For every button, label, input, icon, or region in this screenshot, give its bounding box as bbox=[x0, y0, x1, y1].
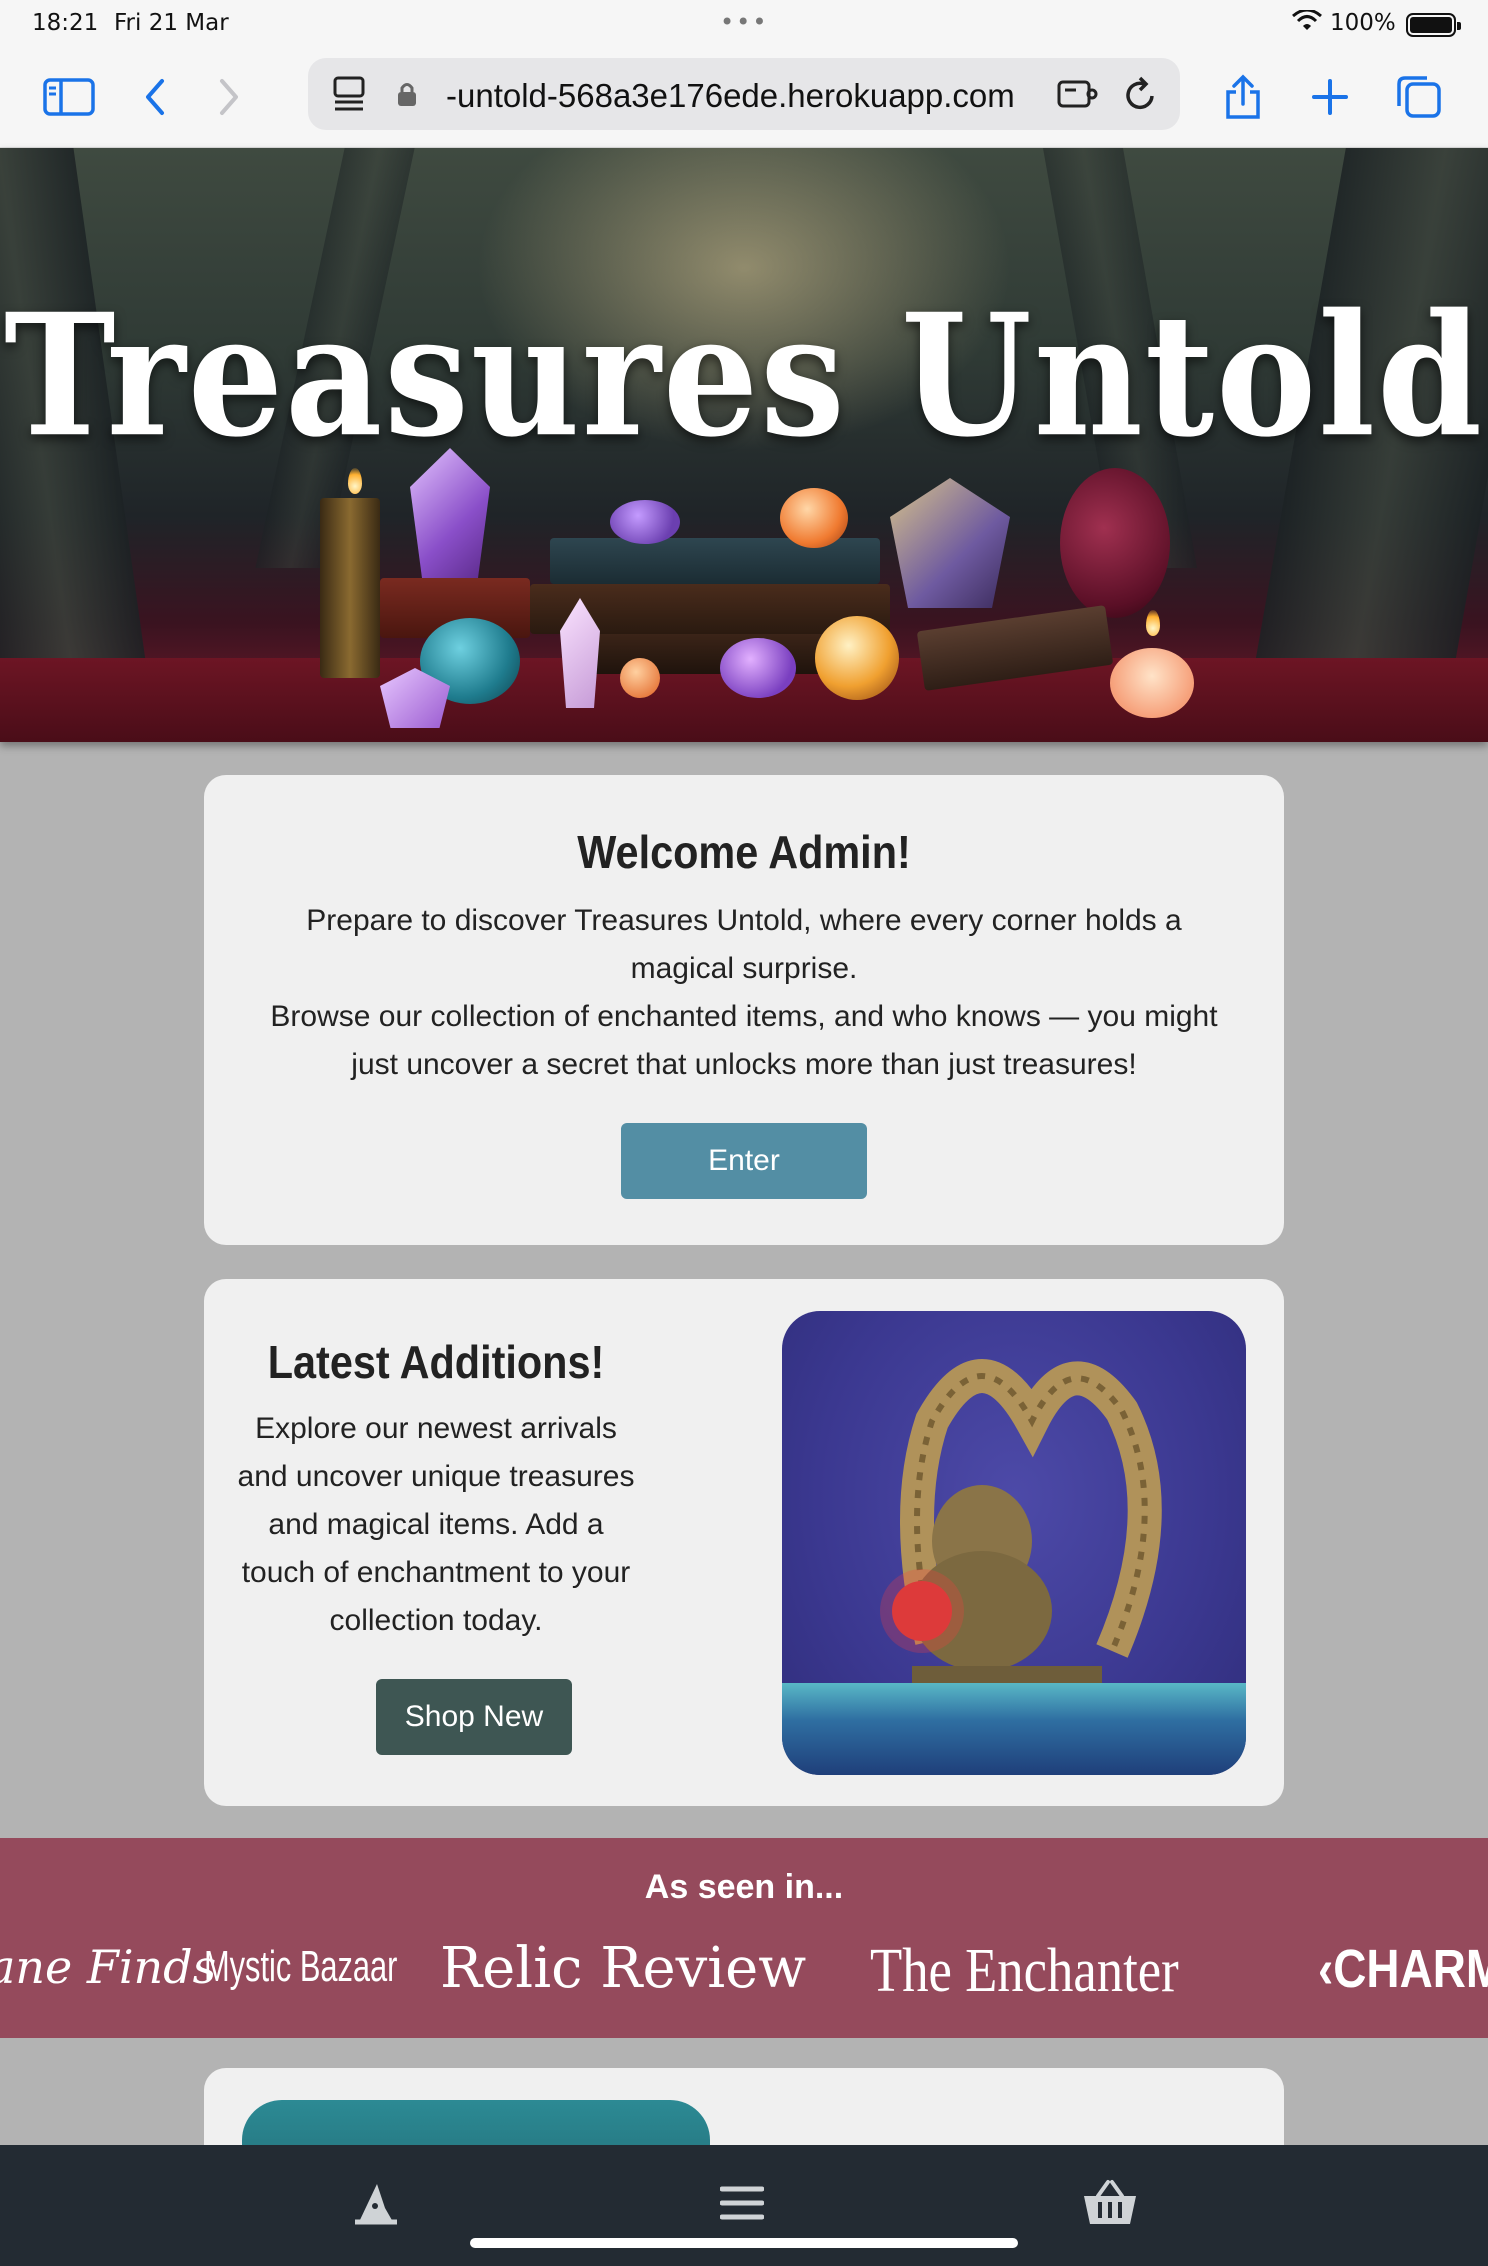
as-seen-in-heading: As seen in... bbox=[644, 1868, 844, 1906]
latest-text: Explore our newest arrivals and uncover … bbox=[237, 1412, 635, 1637]
battery-icon bbox=[1406, 13, 1461, 37]
press-logo-charm-text: CHARM bbox=[1333, 1939, 1488, 1999]
latest-heading: Latest Additions! bbox=[267, 1336, 605, 1388]
enter-button[interactable]: Enter bbox=[621, 1123, 867, 1199]
new-tab-icon[interactable] bbox=[1303, 72, 1357, 122]
browser-toolbar: -untold-568a3e176ede.herokuapp.com bbox=[0, 48, 1488, 148]
welcome-card: Welcome Admin! Prepare to discover Treas… bbox=[204, 775, 1284, 1245]
multitask-dots-icon[interactable]: ••• bbox=[720, 8, 768, 36]
press-logos: ane Finds Mystic Bazaar Relic Review The… bbox=[0, 1930, 1488, 2010]
status-time: 18:21 bbox=[32, 10, 99, 36]
wizard-hat-icon[interactable] bbox=[346, 2173, 406, 2233]
status-date: Fri 21 Mar bbox=[114, 10, 229, 36]
latest-additions-card: Latest Additions! Explore our newest arr… bbox=[204, 1279, 1284, 1806]
sidebar-toggle-icon[interactable] bbox=[42, 72, 96, 122]
press-logo-the-enchanter: The Enchanter bbox=[870, 1937, 1179, 2005]
lock-icon bbox=[398, 83, 416, 106]
shop-new-button[interactable]: Shop New bbox=[376, 1679, 572, 1755]
as-seen-in-banner: As seen in... ane Finds Mystic Bazaar Re… bbox=[0, 1838, 1488, 2038]
basket-icon[interactable] bbox=[1080, 2173, 1140, 2233]
press-logo-mystic-bazaar: Mystic Bazaar bbox=[204, 1942, 398, 1991]
status-bar: 18:21 Fri 21 Mar ••• 100% bbox=[0, 0, 1488, 48]
press-logo-arcane-finds: ane Finds bbox=[0, 1940, 217, 1994]
menu-icon[interactable] bbox=[712, 2173, 772, 2233]
back-icon[interactable] bbox=[128, 72, 182, 122]
wifi-icon bbox=[1292, 10, 1322, 30]
welcome-text: Prepare to discover Treasures Untold, wh… bbox=[264, 897, 1224, 1089]
url-text: -untold-568a3e176ede.herokuapp.com bbox=[446, 77, 1015, 114]
extension-icon[interactable] bbox=[1056, 76, 1098, 112]
home-indicator[interactable] bbox=[470, 2238, 1018, 2248]
tabs-overview-icon[interactable] bbox=[1392, 72, 1446, 122]
welcome-text-line-1: Prepare to discover Treasures Untold, wh… bbox=[306, 904, 1182, 985]
welcome-heading: Welcome Admin! bbox=[577, 826, 911, 878]
press-logo-charm: ‹CHARM bbox=[1318, 1938, 1488, 2000]
idol-statue-image[interactable] bbox=[782, 1311, 1246, 1775]
page-menu-icon[interactable] bbox=[332, 76, 366, 112]
hero-banner: Treasures Untold bbox=[0, 148, 1488, 742]
address-bar[interactable]: -untold-568a3e176ede.herokuapp.com bbox=[308, 58, 1180, 130]
hero-title: Treasures Untold bbox=[3, 277, 1485, 475]
press-logo-relic-review: Relic Review bbox=[440, 1936, 807, 2001]
share-icon[interactable] bbox=[1216, 72, 1270, 122]
battery-percent: 100% bbox=[1330, 10, 1396, 36]
reload-icon[interactable] bbox=[1122, 74, 1158, 114]
welcome-text-line-2: Browse our collection of enchanted items… bbox=[270, 1000, 1218, 1081]
forward-icon[interactable] bbox=[202, 72, 256, 122]
